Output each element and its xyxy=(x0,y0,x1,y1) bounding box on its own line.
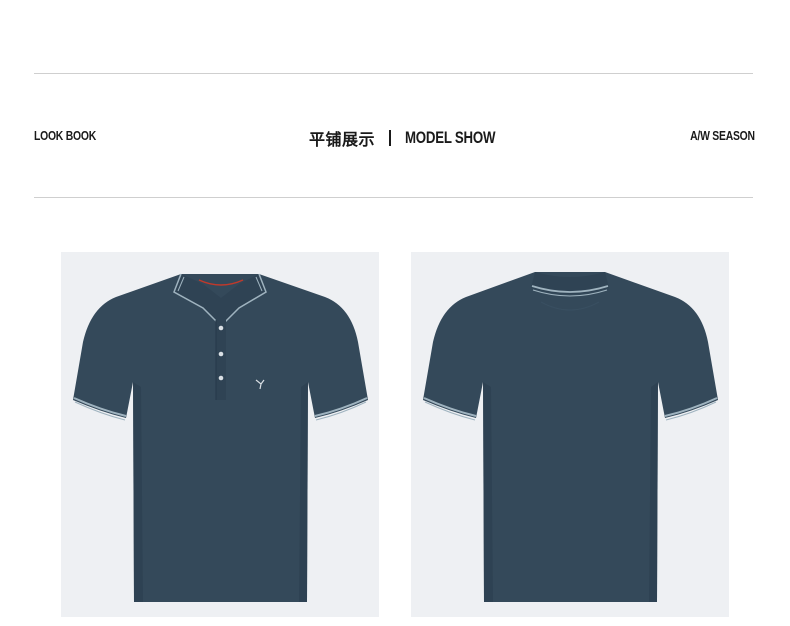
bottom-divider xyxy=(34,197,753,198)
polo-front-image xyxy=(61,252,379,617)
season-label: A/W SEASON xyxy=(690,128,755,143)
section-title-en: MODEL SHOW xyxy=(405,128,496,147)
top-divider xyxy=(34,73,753,74)
polo-front-illustration xyxy=(73,273,368,602)
title-separator xyxy=(389,130,392,146)
polo-back-illustration xyxy=(423,272,718,602)
section-title: 平铺展示 MODEL SHOW xyxy=(309,126,521,150)
look-book-label: LOOK BOOK xyxy=(34,128,96,143)
section-title-cn: 平铺展示 xyxy=(309,130,376,149)
polo-back-image xyxy=(411,252,729,617)
